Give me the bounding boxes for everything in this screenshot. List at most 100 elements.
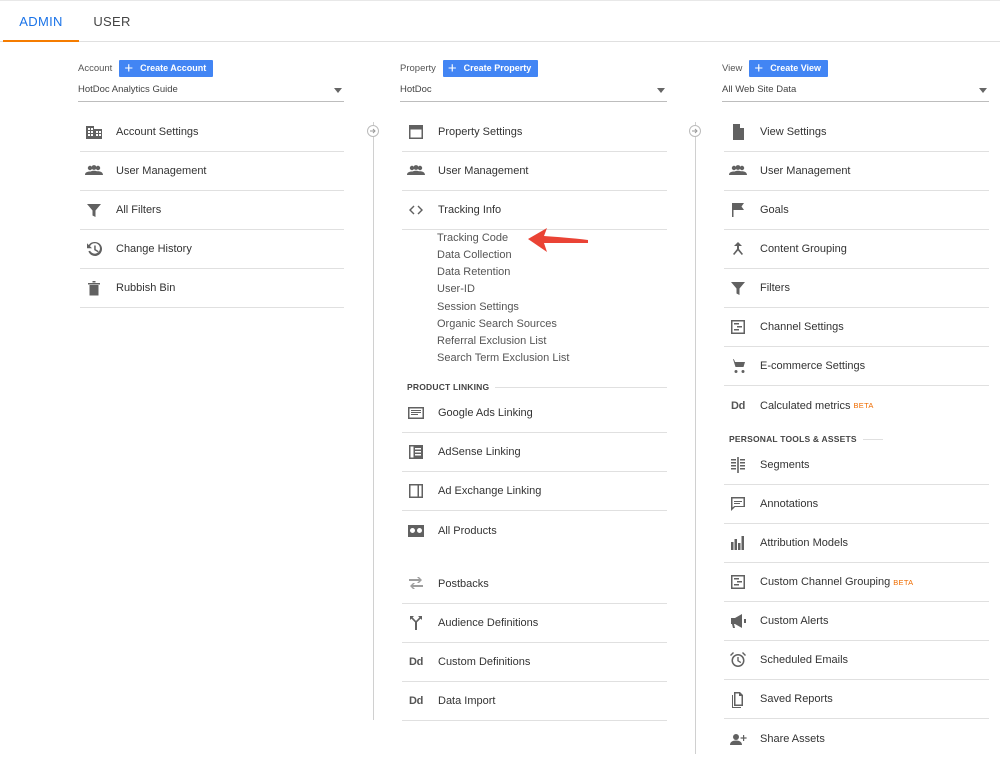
red-arrow-pointer <box>528 228 588 252</box>
search-term-exclusion-link[interactable]: Search Term Exclusion List <box>437 352 569 364</box>
view-header: View + Create View <box>722 59 829 77</box>
postbacks-item[interactable]: Postbacks <box>402 565 667 604</box>
rubbish-bin-item[interactable]: Rubbish Bin <box>80 269 344 308</box>
session-settings-link[interactable]: Session Settings <box>437 301 519 313</box>
ad-exchange-linking-label: Ad Exchange Linking <box>438 485 542 497</box>
data-collection-link[interactable]: Data Collection <box>437 249 512 261</box>
create-property-label: Create Property <box>463 63 532 73</box>
channel-settings-label: Channel Settings <box>760 321 844 333</box>
building-icon <box>85 123 103 141</box>
history-icon <box>85 240 103 258</box>
custom-definitions-label: Custom Definitions <box>438 656 531 668</box>
content-grouping-item[interactable]: Content Grouping <box>724 230 989 269</box>
column-separator-1 <box>373 122 374 720</box>
ecommerce-settings-label: E-commerce Settings <box>760 360 866 372</box>
data-retention-link[interactable]: Data Retention <box>437 266 510 278</box>
audience-definitions-label: Audience Definitions <box>438 617 539 629</box>
ecommerce-settings-item[interactable]: E-commerce Settings <box>724 347 989 386</box>
tab-admin[interactable]: ADMIN <box>3 1 79 42</box>
view-label: View <box>722 62 743 74</box>
create-property-button[interactable]: + Create Property <box>442 59 539 77</box>
dd-icon: Dd <box>408 656 424 668</box>
property-selector[interactable]: HotDoc <box>400 84 667 102</box>
rubbish-bin-label: Rubbish Bin <box>116 282 176 294</box>
channel-settings-item[interactable]: Channel Settings <box>724 308 989 347</box>
tracking-code-link[interactable]: Tracking Code <box>437 232 508 244</box>
attribution-models-item[interactable]: Attribution Models <box>724 524 989 563</box>
bar-chart-icon <box>729 534 747 552</box>
all-products-item[interactable]: All Products <box>402 511 667 550</box>
product-linking-label: PRODUCT LINKING <box>407 382 490 392</box>
property-user-management-item[interactable]: User Management <box>402 152 667 191</box>
all-filters-item[interactable]: All Filters <box>80 191 344 230</box>
flag-icon <box>729 201 747 219</box>
google-ads-linking-item[interactable]: Google Ads Linking <box>402 394 667 433</box>
adsense-linking-label: AdSense Linking <box>438 446 521 458</box>
code-icon <box>407 201 425 219</box>
beta-badge: BETA <box>853 401 874 410</box>
view-filters-item[interactable]: Filters <box>724 269 989 308</box>
data-import-item[interactable]: Dd Data Import <box>402 682 667 721</box>
view-user-management-item[interactable]: User Management <box>724 152 989 191</box>
view-selected: All Web Site Data <box>722 84 797 95</box>
filter-icon <box>85 201 103 219</box>
people-icon <box>85 162 103 180</box>
account-user-management-item[interactable]: User Management <box>80 152 344 191</box>
view-settings-item[interactable]: View Settings <box>724 113 989 152</box>
google-ads-linking-label: Google Ads Linking <box>438 407 533 419</box>
arrow-right-icon <box>689 125 701 137</box>
tracking-info-label: Tracking Info <box>438 204 502 216</box>
chevron-down-icon <box>657 88 665 93</box>
saved-reports-item[interactable]: Saved Reports <box>724 680 989 719</box>
people-icon <box>407 162 425 180</box>
referral-exclusion-link[interactable]: Referral Exclusion List <box>437 335 546 347</box>
segments-item[interactable]: Segments <box>724 446 989 485</box>
property-settings-label: Property Settings <box>438 126 523 138</box>
chevron-down-icon <box>979 88 987 93</box>
account-settings-item[interactable]: Account Settings <box>80 113 344 152</box>
view-selector[interactable]: All Web Site Data <box>722 84 989 102</box>
share-assets-item[interactable]: Share Assets <box>724 719 989 758</box>
calculated-metrics-label: Calculated metrics <box>760 399 851 412</box>
share-assets-label: Share Assets <box>760 732 825 745</box>
annotations-item[interactable]: Annotations <box>724 485 989 524</box>
arrow-right-icon <box>367 125 379 137</box>
adsense-linking-item[interactable]: AdSense Linking <box>402 433 667 472</box>
view-settings-label: View Settings <box>760 126 827 138</box>
property-selected: HotDoc <box>400 84 432 95</box>
account-user-management-label: User Management <box>116 165 207 177</box>
change-history-item[interactable]: Change History <box>80 230 344 269</box>
goals-item[interactable]: Goals <box>724 191 989 230</box>
scheduled-emails-item[interactable]: Scheduled Emails <box>724 641 989 680</box>
merge-icon <box>729 240 747 258</box>
tracking-info-item[interactable]: Tracking Info <box>402 191 667 230</box>
custom-channel-grouping-item[interactable]: Custom Channel Grouping BETA <box>724 563 989 602</box>
audience-definitions-item[interactable]: Audience Definitions <box>402 604 667 643</box>
property-settings-item[interactable]: Property Settings <box>402 113 667 152</box>
segments-icon <box>729 456 747 474</box>
column-separator-2 <box>695 122 696 754</box>
account-header: Account + Create Account <box>78 59 214 77</box>
personal-tools-heading: PERSONAL TOOLS & ASSETS <box>729 434 989 444</box>
organic-search-sources-link[interactable]: Organic Search Sources <box>437 318 557 330</box>
postbacks-label: Postbacks <box>438 578 489 590</box>
attribution-models-label: Attribution Models <box>760 537 849 549</box>
tab-user[interactable]: USER <box>86 1 138 42</box>
all-filters-label: All Filters <box>116 204 162 216</box>
custom-definitions-item[interactable]: Dd Custom Definitions <box>402 643 667 682</box>
beta-badge: BETA <box>893 577 914 587</box>
section-divider <box>862 438 883 440</box>
calculated-metrics-item[interactable]: Dd Calculated metrics BETA <box>724 386 989 425</box>
create-view-button[interactable]: + Create View <box>749 59 829 77</box>
property-label: Property <box>400 62 436 74</box>
create-account-button[interactable]: + Create Account <box>119 59 214 77</box>
custom-alerts-item[interactable]: Custom Alerts <box>724 602 989 641</box>
custom-alerts-label: Custom Alerts <box>760 615 829 627</box>
user-id-link[interactable]: User-ID <box>437 283 475 295</box>
dd-icon: Dd <box>408 695 424 707</box>
account-selector[interactable]: HotDoc Analytics Guide <box>78 84 344 102</box>
comment-icon <box>729 495 747 513</box>
plus-icon: + <box>754 59 764 77</box>
ad-exchange-linking-item[interactable]: Ad Exchange Linking <box>402 472 667 511</box>
document-icon <box>729 123 747 141</box>
